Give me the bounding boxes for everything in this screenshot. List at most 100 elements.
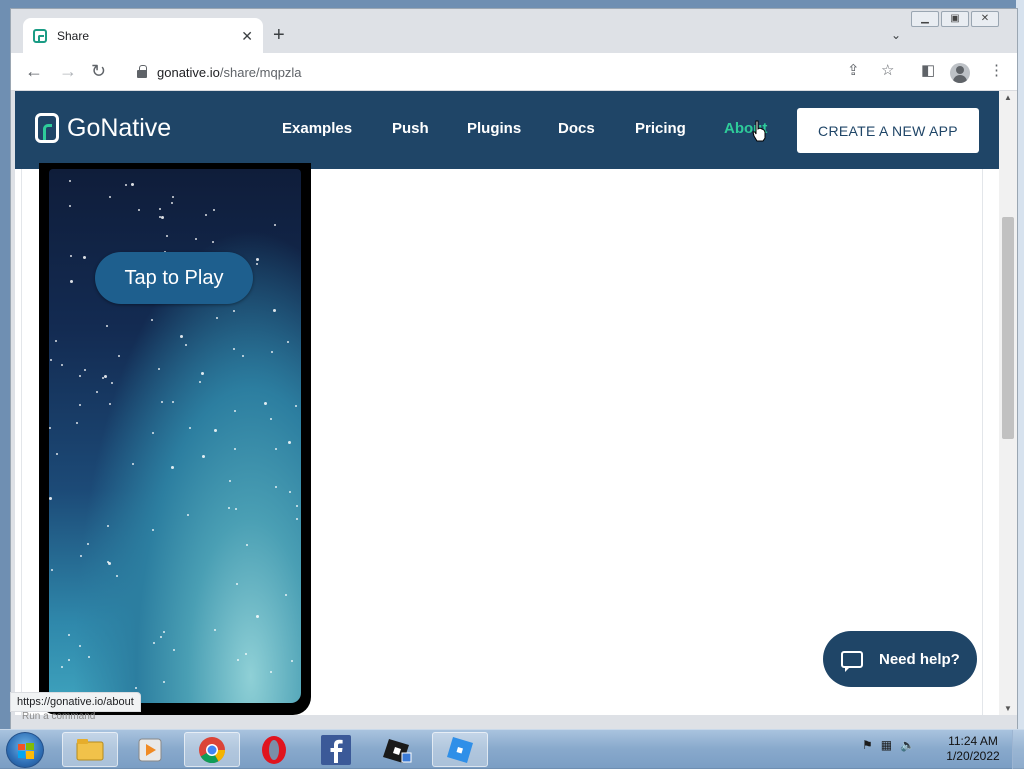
- create-new-app-button[interactable]: CREATE A NEW APP: [797, 108, 979, 153]
- star: [275, 448, 277, 450]
- nav-push[interactable]: Push: [392, 120, 429, 137]
- star: [228, 507, 230, 509]
- reload-icon[interactable]: ↻: [91, 62, 106, 80]
- star: [152, 432, 154, 434]
- star: [84, 369, 86, 371]
- star: [56, 453, 58, 455]
- gonative-logo-icon: [35, 113, 59, 143]
- star: [159, 208, 161, 210]
- chevron-down-icon[interactable]: ⌄: [891, 28, 901, 42]
- clock-date: 1/20/2022: [946, 749, 1000, 763]
- scrollbar-thumb[interactable]: [1002, 217, 1014, 439]
- nav-pricing[interactable]: Pricing: [635, 120, 686, 137]
- system-tray: ⚑ ▦ 🔈: [862, 738, 915, 752]
- scroll-up-arrow-icon[interactable]: ▲: [1004, 93, 1012, 102]
- star: [229, 480, 231, 482]
- taskbar-clock[interactable]: 11:24 AM 1/20/2022: [942, 734, 1004, 764]
- media-player-icon: [138, 738, 162, 761]
- star: [68, 634, 70, 636]
- need-help-label: Need help?: [879, 650, 960, 668]
- taskbar-chrome[interactable]: [184, 732, 240, 767]
- chrome-icon: [199, 736, 226, 763]
- taskbar-roblox[interactable]: [432, 732, 488, 767]
- need-help-button[interactable]: Need help?: [823, 631, 977, 687]
- bookmark-star-icon[interactable]: ☆: [881, 63, 894, 79]
- taskbar-roblox-studio[interactable]: [370, 732, 426, 767]
- star: [242, 355, 244, 357]
- start-button[interactable]: [6, 732, 44, 768]
- star: [49, 427, 51, 429]
- scroll-down-arrow-icon[interactable]: ▼: [1004, 704, 1012, 713]
- tab-share[interactable]: Share ✕: [23, 18, 263, 54]
- star: [158, 368, 160, 370]
- nav-docs[interactable]: Docs: [558, 120, 595, 137]
- star: [172, 401, 174, 403]
- star: [49, 497, 52, 500]
- roblox-studio-icon: [383, 738, 412, 763]
- opera-icon: [262, 735, 286, 764]
- star: [270, 418, 272, 420]
- url-path: /share/mqpzla: [219, 64, 302, 80]
- new-tab-button[interactable]: +: [273, 25, 285, 45]
- tap-to-play-button[interactable]: Tap to Play: [95, 252, 253, 304]
- star: [288, 441, 291, 444]
- star: [161, 216, 164, 219]
- show-desktop-button[interactable]: [1012, 730, 1024, 769]
- taskbar-opera[interactable]: [246, 732, 302, 767]
- brand-name: GoNative: [67, 113, 172, 142]
- star: [160, 636, 162, 638]
- star: [131, 183, 134, 186]
- page-scrollbar[interactable]: ▲ ▼: [999, 91, 1017, 715]
- address-bar[interactable]: gonative.io/share/mqpzla: [127, 57, 907, 87]
- profile-avatar-icon[interactable]: [950, 63, 970, 83]
- star: [212, 241, 214, 243]
- nav-plugins[interactable]: Plugins: [467, 120, 521, 137]
- star: [107, 561, 109, 563]
- star: [180, 335, 183, 338]
- star: [88, 656, 90, 658]
- star: [152, 529, 154, 531]
- star: [173, 649, 175, 651]
- close-icon[interactable]: ✕: [241, 28, 253, 45]
- browser-toolbar: ← → ↻ gonative.io/share/mqpzla ⇪ ☆ ◧ ⋮: [11, 53, 1017, 91]
- star: [256, 258, 259, 261]
- network-icon[interactable]: ▦: [881, 738, 892, 752]
- star: [70, 280, 73, 283]
- side-panel-icon[interactable]: ◧: [921, 63, 935, 79]
- star: [111, 382, 113, 384]
- site-header: GoNative Examples Push Plugins Docs Pric…: [15, 91, 999, 169]
- star: [233, 310, 235, 312]
- lock-icon[interactable]: [137, 65, 147, 78]
- star: [295, 405, 297, 407]
- star: [87, 543, 89, 545]
- star: [270, 671, 272, 673]
- forward-arrow-icon[interactable]: →: [59, 62, 77, 80]
- browser-window: Share ✕ + ⌄ ▁ ▣ ✕ ← → ↻ gonative.io/shar…: [10, 8, 1018, 730]
- star: [274, 224, 276, 226]
- star: [172, 196, 174, 198]
- menu-dots-icon[interactable]: ⋮: [989, 63, 1004, 79]
- star: [61, 364, 63, 366]
- taskbar-facebook[interactable]: [308, 732, 364, 767]
- star: [213, 209, 215, 211]
- star: [135, 687, 137, 689]
- share-icon[interactable]: ⇪: [847, 63, 860, 79]
- taskbar-media-player[interactable]: [122, 732, 178, 767]
- taskbar-windows-explorer[interactable]: [62, 732, 118, 767]
- volume-icon[interactable]: 🔈: [900, 738, 915, 752]
- maximize-button[interactable]: ▣: [941, 11, 969, 27]
- clock-time: 11:24 AM: [948, 734, 998, 748]
- star: [256, 615, 259, 618]
- close-window-button[interactable]: ✕: [971, 11, 999, 27]
- action-center-flag-icon[interactable]: ⚑: [862, 738, 873, 752]
- nav-examples[interactable]: Examples: [282, 120, 352, 137]
- star: [264, 402, 267, 405]
- star: [189, 427, 191, 429]
- star: [202, 455, 205, 458]
- star: [80, 555, 82, 557]
- minimize-button[interactable]: ▁: [911, 11, 939, 27]
- back-arrow-icon[interactable]: ←: [25, 62, 43, 80]
- star: [275, 486, 277, 488]
- facebook-icon: [321, 734, 351, 765]
- gonative-logo[interactable]: GoNative: [35, 113, 171, 143]
